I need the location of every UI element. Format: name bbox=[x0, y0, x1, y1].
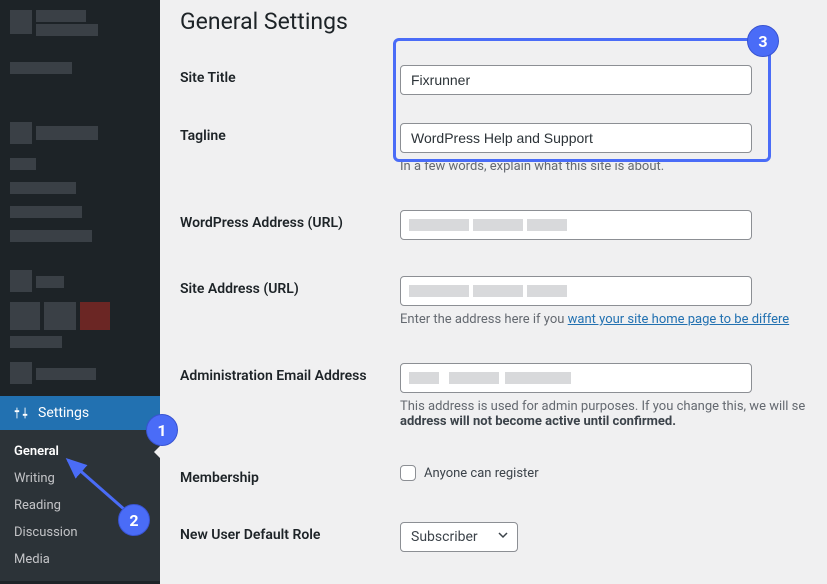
row-wp-address: WordPress Address (URL) bbox=[180, 192, 807, 258]
settings-slider-icon bbox=[12, 404, 30, 422]
site-address-description: Enter the address here if you want your … bbox=[400, 312, 807, 327]
annotation-badge-2: 2 bbox=[118, 504, 150, 536]
row-admin-email: Administration Email Address This addres… bbox=[180, 345, 807, 447]
label-site-address: Site Address (URL) bbox=[180, 276, 400, 297]
annotation-badge-1: 1 bbox=[146, 414, 178, 446]
submenu-media[interactable]: Media bbox=[0, 546, 160, 573]
row-membership: Membership Anyone can register bbox=[180, 447, 807, 504]
annotation-badge-3: 3 bbox=[747, 25, 779, 57]
input-tagline[interactable] bbox=[400, 123, 752, 153]
label-admin-email: Administration Email Address bbox=[180, 363, 400, 384]
submenu-general[interactable]: General bbox=[0, 438, 160, 465]
checkbox-anyone-register[interactable] bbox=[400, 465, 416, 481]
page-title: General Settings bbox=[180, 8, 807, 35]
input-site-title[interactable] bbox=[400, 65, 752, 95]
sidebar-settings-label: Settings bbox=[38, 405, 89, 421]
label-site-title: Site Title bbox=[180, 65, 400, 86]
admin-sidebar: Settings General Writing Reading Discuss… bbox=[0, 0, 160, 584]
submenu-writing[interactable]: Writing bbox=[0, 465, 160, 492]
chevron-down-icon bbox=[497, 529, 509, 545]
label-wp-address: WordPress Address (URL) bbox=[180, 210, 400, 231]
row-site-title: Site Title bbox=[180, 55, 807, 113]
checkbox-label: Anyone can register bbox=[424, 466, 539, 481]
content-area: General Settings Site Title Tagline In a… bbox=[160, 0, 827, 584]
sidebar-item-settings[interactable]: Settings bbox=[0, 396, 160, 430]
input-site-address[interactable] bbox=[400, 276, 752, 306]
tagline-description: In a few words, explain what this site i… bbox=[400, 159, 807, 174]
row-tagline: Tagline In a few words, explain what thi… bbox=[180, 113, 807, 192]
select-default-role[interactable]: Subscriber bbox=[400, 522, 518, 552]
label-default-role: New User Default Role bbox=[180, 522, 400, 543]
row-site-address: Site Address (URL) Enter the address her… bbox=[180, 258, 807, 345]
label-membership: Membership bbox=[180, 465, 400, 486]
home-page-link[interactable]: want your site home page to be differe bbox=[568, 312, 790, 327]
input-wp-address[interactable] bbox=[400, 210, 752, 240]
input-admin-email[interactable] bbox=[400, 363, 752, 393]
admin-email-description: This address is used for admin purposes.… bbox=[400, 399, 807, 429]
row-default-role: New User Default Role Subscriber bbox=[180, 504, 807, 570]
label-tagline: Tagline bbox=[180, 123, 400, 144]
sidebar-blur-area bbox=[0, 0, 160, 396]
